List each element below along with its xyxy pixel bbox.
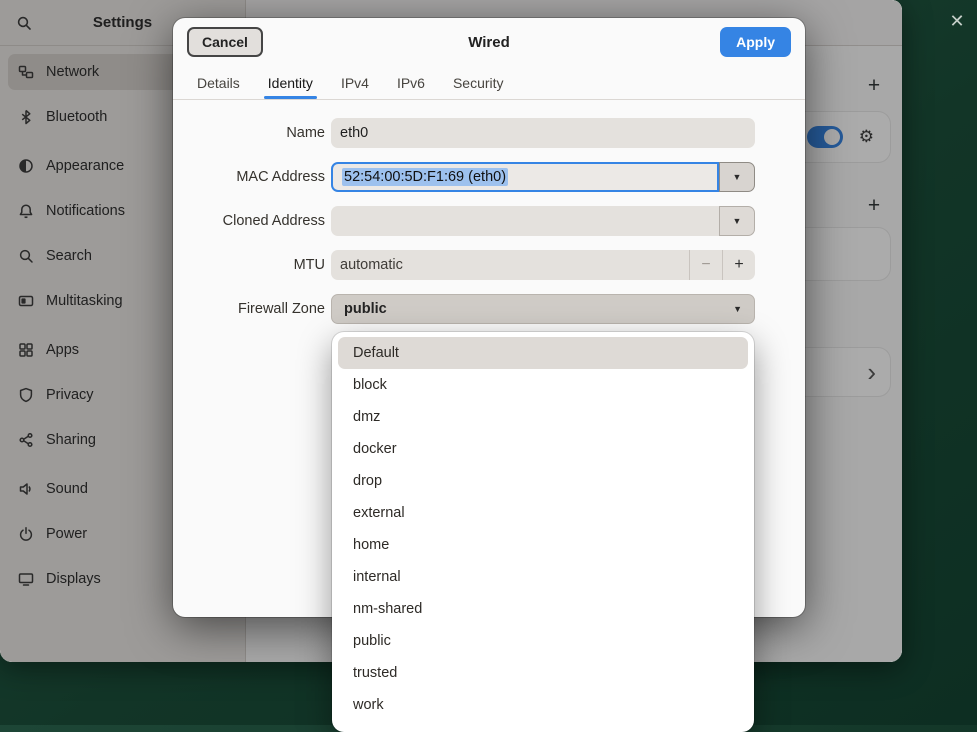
dropdown-item-dmz[interactable]: dmz bbox=[338, 401, 748, 433]
dropdown-item-block[interactable]: block bbox=[338, 369, 748, 401]
dropdown-item-default[interactable]: Default bbox=[338, 337, 748, 369]
selected-text: 52:54:00:5D:F1:69 (eth0) bbox=[342, 168, 508, 186]
dropdown-item-drop[interactable]: drop bbox=[338, 465, 748, 497]
tab-details[interactable]: Details bbox=[185, 66, 252, 99]
mtu-label: MTU bbox=[193, 257, 325, 273]
tab-ipv4[interactable]: IPv4 bbox=[329, 66, 381, 99]
tab-security[interactable]: Security bbox=[441, 66, 516, 99]
cloned-address-dropdown-button[interactable]: ▼ bbox=[719, 206, 755, 236]
name-input[interactable]: eth0 bbox=[331, 118, 755, 148]
mtu-input[interactable]: automatic bbox=[331, 250, 689, 280]
mac-address-row: MAC Address 52:54:00:5D:F1:69 (eth0) ▼ bbox=[193, 162, 785, 192]
dropdown-item-nm-shared[interactable]: nm-shared bbox=[338, 593, 748, 625]
cancel-button[interactable]: Cancel bbox=[187, 27, 263, 57]
dialog-header: Cancel Wired Apply bbox=[173, 18, 805, 66]
dropdown-item-public[interactable]: public bbox=[338, 625, 748, 657]
chevron-down-icon: ▼ bbox=[733, 304, 742, 314]
cloned-address-row: Cloned Address ▼ bbox=[193, 206, 785, 236]
dropdown-item-work[interactable]: work bbox=[338, 689, 748, 721]
dropdown-item-home[interactable]: home bbox=[338, 529, 748, 561]
tab-identity[interactable]: Identity bbox=[256, 66, 325, 99]
mac-address-dropdown-button[interactable]: ▼ bbox=[719, 162, 755, 192]
mtu-increment-button[interactable]: + bbox=[722, 250, 755, 280]
firewall-zone-row: Firewall Zone public ▼ bbox=[193, 294, 785, 324]
firewall-zone-combobox[interactable]: public ▼ bbox=[331, 294, 755, 324]
cloned-address-label: Cloned Address bbox=[193, 213, 325, 229]
cloned-address-input[interactable] bbox=[331, 206, 719, 236]
dropdown-item-docker[interactable]: docker bbox=[338, 433, 748, 465]
dropdown-item-internal[interactable]: internal bbox=[338, 561, 748, 593]
apply-button[interactable]: Apply bbox=[720, 27, 791, 57]
name-label: Name bbox=[193, 125, 325, 141]
tab-ipv6[interactable]: IPv6 bbox=[385, 66, 437, 99]
identity-form: Name eth0 MAC Address 52:54:00:5D:F1:69 … bbox=[173, 100, 805, 324]
dropdown-item-trusted[interactable]: trusted bbox=[338, 657, 748, 689]
firewall-zone-value: public bbox=[344, 301, 387, 317]
mtu-decrement-button[interactable]: − bbox=[689, 250, 722, 280]
firewall-zone-label: Firewall Zone bbox=[193, 301, 325, 317]
name-row: Name eth0 bbox=[193, 118, 785, 148]
mac-address-label: MAC Address bbox=[193, 169, 325, 185]
close-icon[interactable]: ✕ bbox=[944, 8, 970, 34]
dialog-tabbar: Details Identity IPv4 IPv6 Security bbox=[173, 66, 805, 100]
mtu-row: MTU automatic − + bbox=[193, 250, 785, 280]
mac-address-input[interactable]: 52:54:00:5D:F1:69 (eth0) bbox=[331, 162, 719, 192]
firewall-zone-dropdown: Default block dmz docker drop external h… bbox=[332, 332, 754, 732]
dialog-title: Wired bbox=[173, 34, 805, 51]
dropdown-item-external[interactable]: external bbox=[338, 497, 748, 529]
